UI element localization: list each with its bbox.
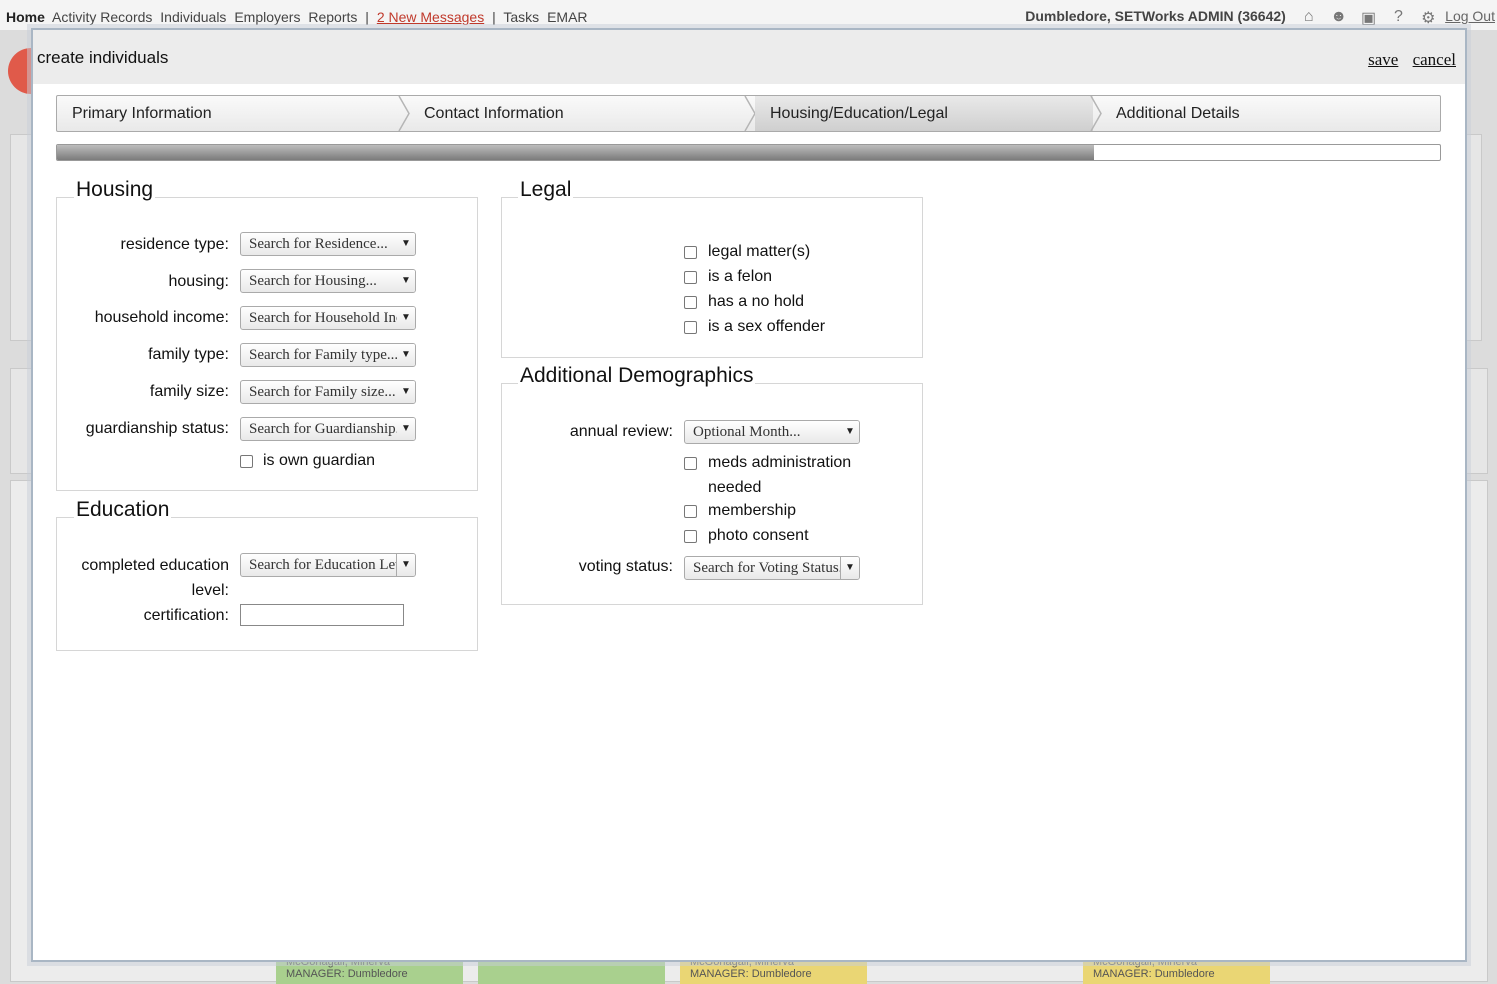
family-type-value: Search for Family type... <box>249 347 399 363</box>
cancel-button[interactable]: cancel <box>1413 50 1456 69</box>
no-hold-checkbox[interactable] <box>684 296 697 309</box>
legal-matters-label: legal matter(s) <box>708 243 811 260</box>
nav-home-link[interactable]: Home <box>6 9 45 25</box>
education-legend: Education <box>74 498 172 522</box>
annual-review-value: Optional Month... <box>693 424 801 440</box>
chevron-down-icon: ▼ <box>840 557 859 579</box>
chevron-down-icon: ▼ <box>396 554 415 576</box>
wizard-progress-bar <box>56 144 1441 161</box>
education-level-select[interactable]: Search for Education Level... ▼ <box>240 553 416 577</box>
family-size-label: family size: <box>149 383 229 400</box>
certification-input[interactable] <box>240 604 404 626</box>
gear-icon[interactable]: ⚙ <box>1418 8 1438 27</box>
chevron-down-icon: ▼ <box>397 233 415 255</box>
chevron-down-icon: ▼ <box>841 421 859 443</box>
family-size-value: Search for Family size... <box>249 384 396 400</box>
voting-status-select[interactable]: Search for Voting Status... ▼ <box>684 556 860 580</box>
step-housing-education-legal[interactable]: Housing/Education/Legal <box>755 96 1093 131</box>
nav-individuals-link[interactable]: Individuals <box>160 9 226 25</box>
chevron-down-icon: ▼ <box>397 418 415 440</box>
card-role: MANAGER: Dumbledore <box>1093 968 1215 980</box>
nav-tasks-link[interactable]: Tasks <box>503 9 539 25</box>
home-icon[interactable]: ⌂ <box>1299 8 1319 26</box>
housing-label: housing: <box>168 273 230 290</box>
voting-status-value: Search for Voting Status... <box>693 560 850 576</box>
completed-education-label-line2: level: <box>191 582 229 599</box>
photo-consent-label: photo consent <box>708 527 809 544</box>
logout-link[interactable]: Log Out <box>1445 8 1495 24</box>
progress-fill <box>57 145 1095 160</box>
membership-label: membership <box>708 502 797 519</box>
nav-emar-link[interactable]: EMAR <box>547 9 587 25</box>
chevron-down-icon: ▼ <box>397 307 415 329</box>
current-user: Dumbledore, SETWorks ADMIN (36642) <box>1025 8 1286 24</box>
guardianship-status-label: guardianship status: <box>85 420 229 437</box>
guardianship-status-value: Search for Guardianship... <box>249 421 407 437</box>
legal-matters-checkbox[interactable] <box>684 246 697 259</box>
nav-activity-records-link[interactable]: Activity Records <box>52 9 152 25</box>
sex-offender-checkbox[interactable] <box>684 321 697 334</box>
meds-administration-checkbox[interactable] <box>684 457 697 470</box>
sex-offender-label: is a sex offender <box>708 318 826 335</box>
completed-education-label: completed education <box>81 557 229 574</box>
residence-type-value: Search for Residence... <box>249 236 388 252</box>
family-type-select[interactable]: Search for Family type... ▼ <box>240 343 416 367</box>
education-level-value: Search for Education Level... <box>249 557 416 573</box>
education-section <box>56 517 478 651</box>
own-guardian-checkbox[interactable] <box>240 455 253 468</box>
demographics-legend: Additional Demographics <box>518 364 756 388</box>
is-felon-label: is a felon <box>708 268 773 285</box>
dialog-header: create individuals save cancel <box>33 30 1465 84</box>
chevron-down-icon: ▼ <box>397 381 415 403</box>
step-additional-details[interactable]: Additional Details <box>1101 96 1440 131</box>
own-guardian-label: is own guardian <box>263 452 376 469</box>
nav-messages-link[interactable]: 2 New Messages <box>377 9 484 25</box>
household-income-label: household income: <box>94 309 229 326</box>
help-icon[interactable]: ? <box>1388 8 1408 26</box>
top-navigation: Home Activity Records Individuals Employ… <box>0 0 1497 30</box>
step-primary-information[interactable]: Primary Information <box>57 96 403 131</box>
save-button[interactable]: save <box>1368 50 1398 69</box>
photo-consent-checkbox[interactable] <box>684 530 697 543</box>
nav-separator: | <box>365 9 369 25</box>
is-felon-checkbox[interactable] <box>684 271 697 284</box>
nav-separator: | <box>492 9 496 25</box>
family-type-label: family type: <box>148 346 229 363</box>
annual-review-label: annual review: <box>569 423 673 440</box>
housing-select[interactable]: Search for Housing... ▼ <box>240 269 416 293</box>
meds-administration-label: meds administration <box>708 454 852 471</box>
residence-type-label: residence type: <box>120 236 229 253</box>
annual-review-select[interactable]: Optional Month... ▼ <box>684 420 860 444</box>
nav-employers-link[interactable]: Employers <box>234 9 300 25</box>
no-hold-label: has a no hold <box>708 293 805 310</box>
users-icon[interactable]: ☻ <box>1329 8 1349 26</box>
residence-type-select[interactable]: Search for Residence... ▼ <box>240 232 416 256</box>
dialog-title: create individuals <box>37 48 169 67</box>
card-role: MANAGER: Dumbledore <box>286 968 408 980</box>
chevron-down-icon: ▼ <box>397 270 415 292</box>
create-individuals-dialog: create individuals save cancel Primary I… <box>31 28 1467 962</box>
chevron-down-icon: ▼ <box>397 344 415 366</box>
certification-label: certification: <box>143 607 229 624</box>
briefcase-icon[interactable]: ▣ <box>1359 8 1379 27</box>
family-size-select[interactable]: Search for Family size... ▼ <box>240 380 416 404</box>
guardianship-status-select[interactable]: Search for Guardianship... ▼ <box>240 417 416 441</box>
wizard-steps: Primary Information Contact Information … <box>56 95 1441 132</box>
card-role: MANAGER: Dumbledore <box>690 968 812 980</box>
meds-administration-label-line2: needed <box>708 479 762 496</box>
household-income-select[interactable]: Search for Household Income...▼ <box>240 306 416 330</box>
legal-legend: Legal <box>518 178 574 202</box>
household-income-value: Search for Household Income... <box>249 310 415 326</box>
membership-checkbox[interactable] <box>684 505 697 518</box>
voting-status-label: voting status: <box>578 558 673 575</box>
nav-reports-link[interactable]: Reports <box>308 9 357 25</box>
step-contact-information[interactable]: Contact Information <box>409 96 747 131</box>
housing-legend: Housing <box>74 178 156 202</box>
housing-value: Search for Housing... <box>249 273 377 289</box>
